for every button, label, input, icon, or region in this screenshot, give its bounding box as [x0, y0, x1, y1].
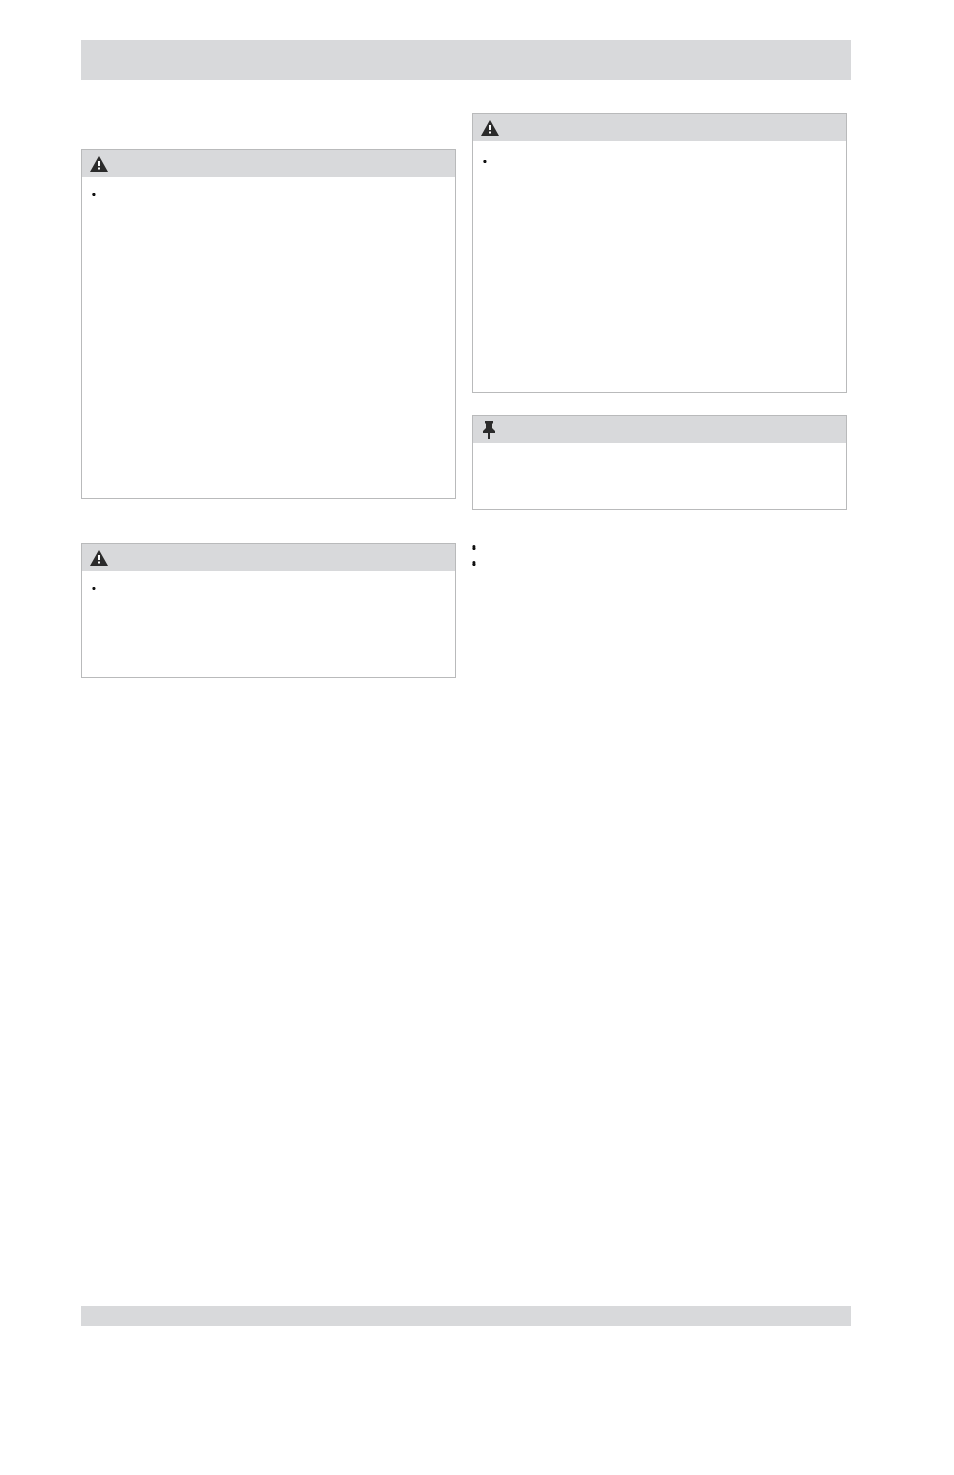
left-column	[81, 105, 456, 692]
warning-callout	[81, 149, 456, 499]
warning-icon	[90, 156, 108, 172]
two-column-layout	[81, 105, 851, 692]
page-content	[81, 40, 851, 692]
warning-callout	[472, 113, 847, 393]
warning-callout	[81, 543, 456, 678]
callout-header	[82, 544, 455, 571]
note-callout	[472, 415, 847, 510]
callout-body	[82, 571, 455, 590]
callout-header	[473, 114, 846, 141]
callout-header	[82, 150, 455, 177]
header-tab-bar	[81, 40, 851, 80]
bullet-list	[472, 540, 847, 542]
callout-body	[473, 141, 846, 163]
bullet-list	[472, 556, 847, 558]
callout-body	[82, 177, 455, 196]
warning-icon	[90, 550, 108, 566]
warning-icon	[481, 120, 499, 136]
pin-icon	[481, 421, 497, 439]
callout-body	[473, 443, 846, 465]
callout-header	[473, 416, 846, 443]
footer-bar	[81, 1306, 851, 1326]
right-column	[472, 105, 847, 692]
